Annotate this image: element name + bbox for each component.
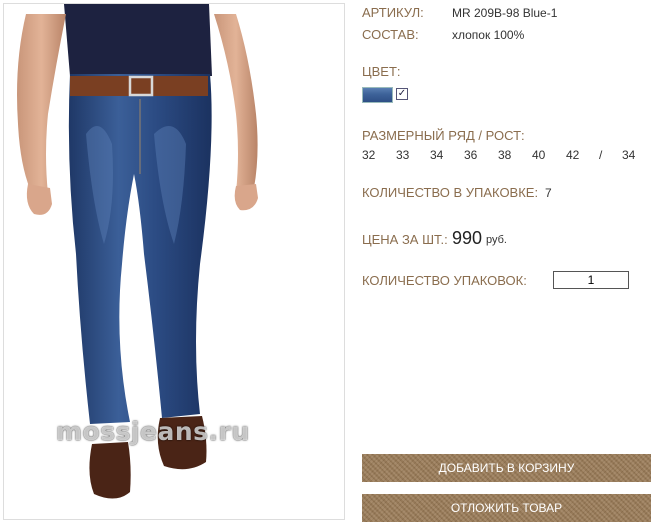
postpone-button[interactable]: ОТЛОЖИТЬ ТОВАР — [362, 494, 651, 522]
size-item: 34 — [430, 148, 444, 162]
article-label: АРТИКУЛ: — [362, 5, 424, 20]
add-to-cart-button[interactable]: ДОБАВИТЬ В КОРЗИНУ — [362, 454, 651, 482]
composition-label: СОСТАВ: — [362, 27, 419, 42]
size-item: 40 — [532, 148, 546, 162]
price-value: 990 — [452, 228, 483, 248]
color-swatch[interactable] — [362, 87, 393, 103]
product-image: mossjeans.ru — [3, 3, 345, 520]
pack-qty-value: 7 — [545, 186, 552, 200]
packs-quantity-input[interactable] — [553, 271, 629, 289]
price-label: ЦЕНА ЗА ШТ.: — [362, 232, 448, 247]
color-checkbox[interactable]: ✓ — [396, 88, 408, 100]
size-item: 36 — [464, 148, 478, 162]
size-item: 38 — [498, 148, 512, 162]
packs-label: КОЛИЧЕСТВО УПАКОВОК: — [362, 273, 527, 288]
size-item: 32 — [362, 148, 376, 162]
pack-qty-label: КОЛИЧЕСТВО В УПАКОВКЕ: — [362, 185, 539, 200]
size-item: 33 — [396, 148, 410, 162]
size-label: РАЗМЕРНЫЙ РЯД / РОСТ: — [362, 128, 525, 143]
height-item: 34 — [622, 148, 636, 162]
composition-value: хлопок 100% — [452, 28, 525, 42]
size-item: 42 — [566, 148, 580, 162]
watermark-text: mossjeans.ru — [56, 417, 250, 446]
price-currency: руб. — [486, 234, 507, 246]
color-label: ЦВЕТ: — [362, 64, 401, 79]
size-separator: / — [599, 148, 603, 162]
article-value: MR 209B-98 Blue-1 — [452, 6, 558, 20]
